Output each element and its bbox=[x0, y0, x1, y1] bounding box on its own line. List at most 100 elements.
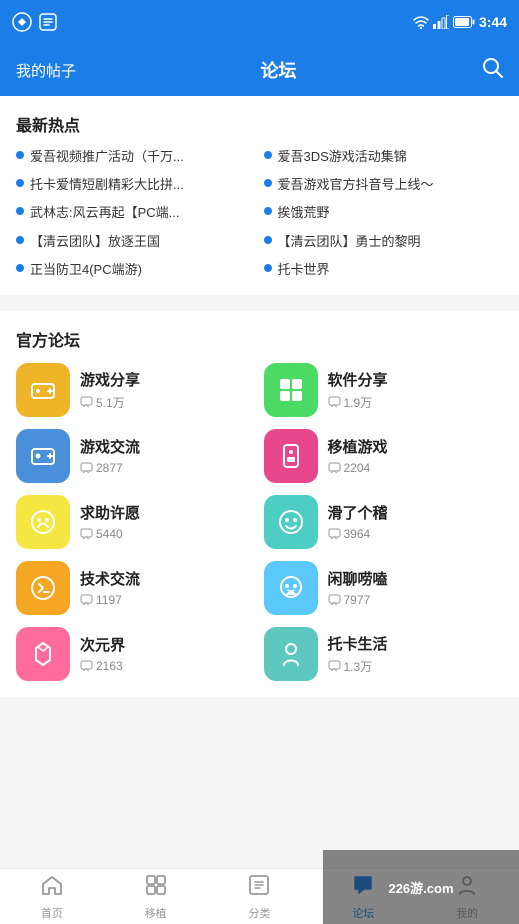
forum-item-info: 求助许愿 5440 bbox=[80, 502, 140, 541]
hot-item-text: 正当防卫4(PC端游) bbox=[30, 261, 142, 279]
forum-item-name: 游戏分享 bbox=[80, 369, 140, 390]
hot-item[interactable]: 挨饿荒野 bbox=[264, 204, 504, 222]
hot-dot bbox=[264, 179, 272, 187]
time-display: 3:44 bbox=[479, 14, 507, 30]
battery-icon bbox=[453, 16, 475, 28]
forum-item-count: 3964 bbox=[328, 527, 388, 541]
hot-item[interactable]: 爱吾游戏官方抖音号上线～ bbox=[264, 176, 504, 194]
forum-item[interactable]: 软件分享 1.9万 bbox=[264, 363, 504, 417]
forum-item-count: 1.3万 bbox=[328, 658, 388, 675]
forum-item-info: 次元界 2163 bbox=[80, 634, 125, 673]
nav-label-移植: 移植 bbox=[145, 905, 167, 921]
forum-item[interactable]: 闲聊唠嗑 7977 bbox=[264, 561, 504, 615]
hot-dot bbox=[16, 207, 24, 215]
hot-item-text: 爱吾游戏官方抖音号上线～ bbox=[278, 176, 434, 194]
forum-item-info: 技术交流 1197 bbox=[80, 568, 140, 607]
forum-item[interactable]: 次元界 2163 bbox=[16, 627, 256, 681]
forum-item-info: 移植游戏 2204 bbox=[328, 436, 388, 475]
nav-icon-移植 bbox=[144, 873, 168, 903]
forum-item-name: 移植游戏 bbox=[328, 436, 388, 457]
my-posts-link[interactable]: 我的帖子 bbox=[16, 60, 76, 81]
nav-label-分类: 分类 bbox=[248, 905, 270, 921]
forum-item[interactable]: 移植游戏 2204 bbox=[264, 429, 504, 483]
nav-icon-分类 bbox=[247, 873, 271, 903]
hot-item-text: 爱吾视频推广活动（千万... bbox=[30, 148, 184, 166]
forum-item-name: 软件分享 bbox=[328, 369, 388, 390]
forum-item[interactable]: 技术交流 1197 bbox=[16, 561, 256, 615]
forum-item-count: 1.9万 bbox=[328, 394, 388, 411]
comment-icon bbox=[80, 528, 93, 541]
nav-icon-首页 bbox=[40, 873, 64, 903]
forum-item[interactable]: 求助许愿 5440 bbox=[16, 495, 256, 549]
forum-item-count: 2204 bbox=[328, 461, 388, 475]
hot-item[interactable]: 爱吾3DS游戏活动集锦 bbox=[264, 148, 504, 166]
forum-item-name: 游戏交流 bbox=[80, 436, 140, 457]
hot-dot bbox=[16, 236, 24, 244]
hot-item-text: 爱吾3DS游戏活动集锦 bbox=[278, 148, 407, 166]
forum-item-count: 2163 bbox=[80, 659, 125, 673]
forum-item-name: 闲聊唠嗑 bbox=[328, 568, 388, 589]
main-content: 最新热点 爱吾视频推广活动（千万... 爱吾3DS游戏活动集锦 托卡爱情短剧精彩… bbox=[0, 96, 519, 868]
forum-item[interactable]: 滑了个稽 3964 bbox=[264, 495, 504, 549]
hot-dot bbox=[16, 179, 24, 187]
nav-item-首页[interactable]: 首页 bbox=[0, 873, 104, 921]
forum-item-icon bbox=[264, 429, 318, 483]
hot-item-text: 【清云团队】放逐王国 bbox=[30, 233, 160, 251]
nav-item-分类[interactable]: 分类 bbox=[208, 873, 312, 921]
forum-item-icon bbox=[16, 561, 70, 615]
comment-icon bbox=[328, 660, 341, 673]
nav-item-移植[interactable]: 移植 bbox=[104, 873, 208, 921]
forum-item-count: 2877 bbox=[80, 461, 140, 475]
forum-item-count: 5440 bbox=[80, 527, 140, 541]
forum-item-name: 托卡生活 bbox=[328, 633, 388, 654]
hot-item[interactable]: 爱吾视频推广活动（千万... bbox=[16, 148, 256, 166]
app-icon-2 bbox=[38, 12, 58, 32]
hot-item[interactable]: 正当防卫4(PC端游) bbox=[16, 261, 256, 279]
forum-item[interactable]: 游戏分享 5.1万 bbox=[16, 363, 256, 417]
status-bar: 3:44 bbox=[0, 0, 519, 44]
forum-item-info: 滑了个稽 3964 bbox=[328, 502, 388, 541]
forum-item-name: 滑了个稽 bbox=[328, 502, 388, 523]
header: 我的帖子 论坛 bbox=[0, 44, 519, 96]
hot-dot bbox=[16, 151, 24, 159]
hot-section: 最新热点 爱吾视频推广活动（千万... 爱吾3DS游戏活动集锦 托卡爱情短剧精彩… bbox=[0, 96, 519, 295]
hot-dot bbox=[264, 151, 272, 159]
forum-item-count: 5.1万 bbox=[80, 394, 140, 411]
forum-item-icon bbox=[16, 495, 70, 549]
comment-icon bbox=[80, 462, 93, 475]
forum-item-info: 游戏分享 5.1万 bbox=[80, 369, 140, 411]
forum-item[interactable]: 游戏交流 2877 bbox=[16, 429, 256, 483]
watermark-text: 226游.com bbox=[388, 878, 453, 897]
app-icon-1 bbox=[12, 12, 32, 32]
forum-item-info: 游戏交流 2877 bbox=[80, 436, 140, 475]
forum-item-info: 软件分享 1.9万 bbox=[328, 369, 388, 411]
forum-item[interactable]: 托卡生活 1.3万 bbox=[264, 627, 504, 681]
forum-item-icon bbox=[264, 627, 318, 681]
forum-item-icon bbox=[16, 363, 70, 417]
comment-icon bbox=[328, 396, 341, 409]
watermark: 226游.com bbox=[323, 850, 519, 924]
forum-item-icon bbox=[264, 561, 318, 615]
status-bar-right: 3:44 bbox=[413, 14, 507, 30]
hot-item[interactable]: 【清云团队】放逐王国 bbox=[16, 233, 256, 251]
forum-grid: 游戏分享 5.1万 软件分享 1.9万 bbox=[16, 363, 503, 681]
forum-item-icon bbox=[16, 627, 70, 681]
hot-item[interactable]: 武林志:风云再起【PC端... bbox=[16, 204, 256, 222]
hot-item[interactable]: 【清云团队】勇士的黎明 bbox=[264, 233, 504, 251]
comment-icon bbox=[80, 660, 93, 673]
forum-item-icon bbox=[16, 429, 70, 483]
nav-label-首页: 首页 bbox=[41, 905, 63, 921]
forum-section: 官方论坛 游戏分享 5.1万 软件分享 bbox=[0, 311, 519, 697]
hot-item[interactable]: 托卡世界 bbox=[264, 261, 504, 279]
forum-item-name: 技术交流 bbox=[80, 568, 140, 589]
forum-item-icon bbox=[264, 495, 318, 549]
hot-grid: 爱吾视频推广活动（千万... 爱吾3DS游戏活动集锦 托卡爱情短剧精彩大比拼..… bbox=[16, 148, 503, 279]
forum-item-count: 1197 bbox=[80, 593, 140, 607]
comment-icon bbox=[80, 594, 93, 607]
forum-section-title: 官方论坛 bbox=[16, 327, 503, 351]
hot-section-title: 最新热点 bbox=[16, 112, 503, 136]
comment-icon bbox=[80, 396, 93, 409]
forum-item-info: 托卡生活 1.3万 bbox=[328, 633, 388, 675]
hot-item[interactable]: 托卡爱情短剧精彩大比拼... bbox=[16, 176, 256, 194]
search-icon[interactable] bbox=[481, 56, 503, 84]
